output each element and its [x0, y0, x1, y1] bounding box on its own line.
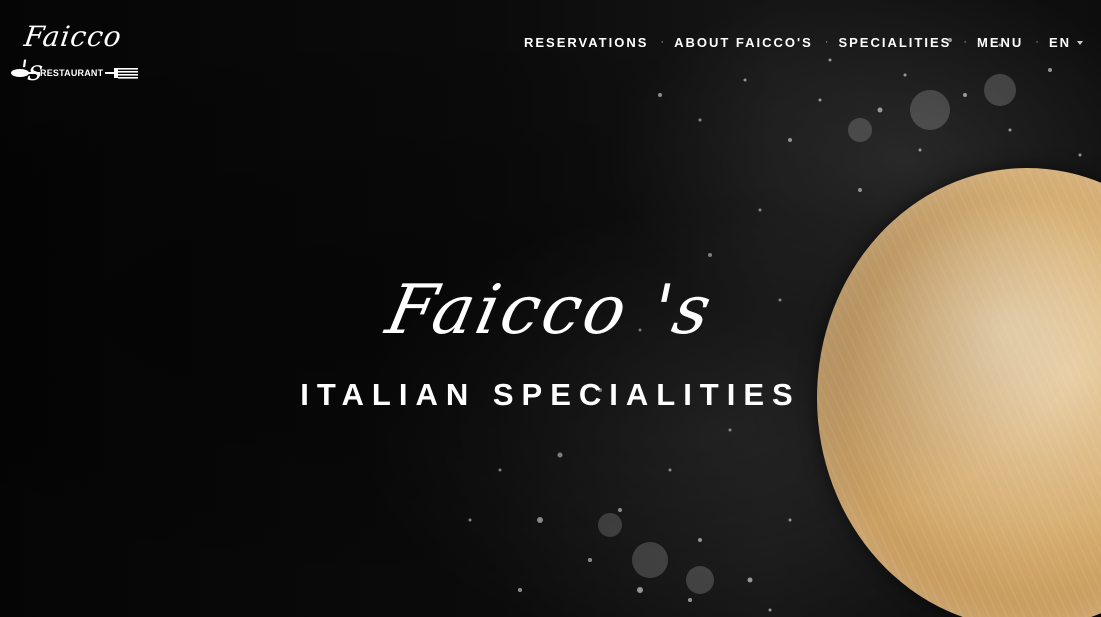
- language-selector[interactable]: EN: [1049, 35, 1083, 50]
- main-navigation: RESERVATIONS · ABOUT FAICCO'S · SPECIALI…: [524, 33, 1083, 51]
- landing-page: Faicco 's RESTAURANT RESERVATIONS · ABOU…: [0, 0, 1101, 617]
- hero-title: Faicco 's: [0, 268, 1101, 354]
- logo-restaurant-word: RESTAURANT: [40, 68, 104, 78]
- hero-title-text: Faicco 's: [380, 271, 722, 350]
- nav-separator: ·: [824, 36, 829, 48]
- restaurant-logo[interactable]: Faicco 's RESTAURANT: [10, 20, 142, 87]
- chevron-down-icon: [1077, 41, 1083, 46]
- language-label: EN: [1048, 34, 1071, 50]
- nav-separator: ·: [963, 36, 967, 48]
- nav-reservations[interactable]: RESERVATIONS: [524, 35, 648, 50]
- nav-menu[interactable]: MENU: [977, 35, 1023, 50]
- nav-about[interactable]: ABOUT FAICCO'S: [674, 35, 813, 50]
- hero-subtitle: ITALIAN SPECIALITIES: [300, 377, 801, 412]
- nav-separator: ·: [660, 36, 665, 48]
- nav-specialities[interactable]: SPECIALITIES: [838, 35, 951, 50]
- nav-separator: ·: [1035, 36, 1039, 48]
